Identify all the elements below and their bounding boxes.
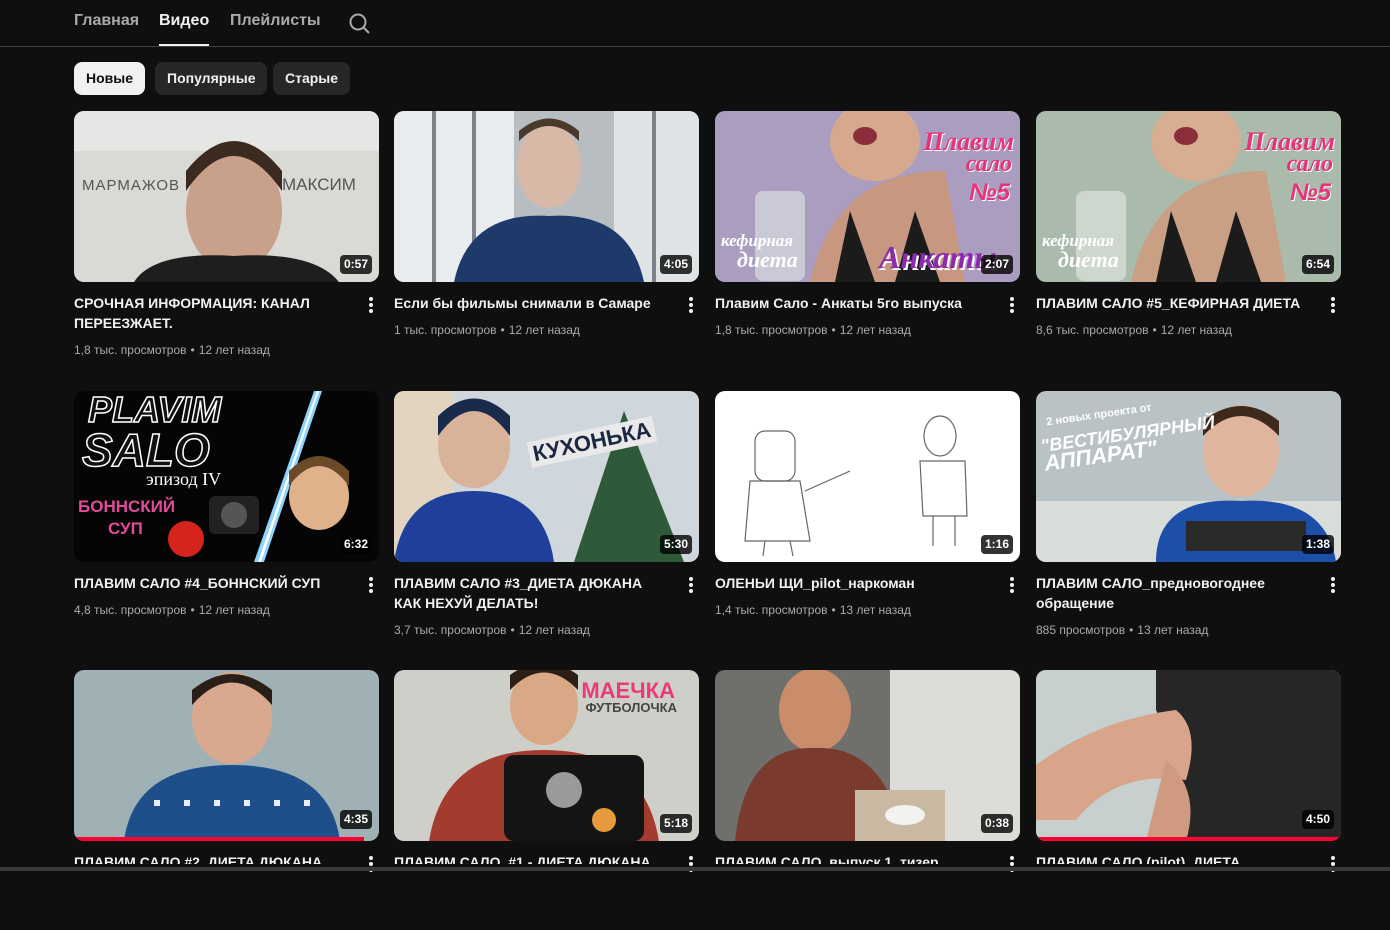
thumb-caption: эпизод IV: [146, 469, 222, 489]
video-meta: 885 просмотров • 13 лет назад: [1036, 623, 1209, 637]
video-title[interactable]: ОЛЕНЬИ ЩИ_pilot_наркоман: [715, 573, 985, 593]
video-title[interactable]: Если бы фильмы снимали в Самаре: [394, 293, 664, 313]
horizontal-scrollbar[interactable]: [0, 867, 1390, 871]
more-actions-icon[interactable]: [1327, 856, 1339, 876]
video-meta: 4,8 тыс. просмотров • 12 лет назад: [74, 603, 270, 617]
video-thumbnail[interactable]: КУХОНЬКА 5:30: [394, 391, 699, 562]
video-card: 0:38 ПЛАВИМ САЛО_выпуск 1_тизер: [715, 670, 1020, 930]
video-title[interactable]: ПЛАВИМ САЛО_выпуск 1_тизер: [715, 852, 985, 864]
thumbnail-image: [1036, 670, 1341, 841]
video-meta: 1,8 тыс. просмотров • 12 лет назад: [74, 343, 270, 357]
duration-badge: 0:38: [980, 814, 1013, 833]
video-thumbnail[interactable]: PLAVIM SALO эпизод IV БОННСКИЙ СУП 6:32: [74, 391, 379, 562]
duration-badge: 4:50: [1301, 810, 1334, 829]
watch-progress-bar: [1036, 837, 1341, 841]
video-card: МАЕЧКА ФУТБОЛОЧКА 5:18 ПЛАВИМ САЛО_#1 - …: [394, 670, 699, 930]
thumb-caption: сало: [965, 151, 1012, 177]
video-thumbnail[interactable]: МАЕЧКА ФУТБОЛОЧКА 5:18: [394, 670, 699, 841]
more-actions-icon[interactable]: [1327, 577, 1339, 597]
duration-badge: 2:07: [980, 255, 1013, 274]
video-card: Плавим сало №5 кефирная диета Анкаты 2:0…: [715, 111, 1020, 371]
video-card: 4:50 ПЛАВИМ САЛО (pilot)_ДИЕТА ДЮКАНА: [1036, 670, 1341, 930]
more-actions-icon[interactable]: [365, 297, 377, 317]
video-thumbnail[interactable]: 1:16: [715, 391, 1020, 562]
more-actions-icon[interactable]: [685, 856, 697, 876]
video-card: 1:16 ОЛЕНЬИ ЩИ_pilot_наркоман 1,4 тыс. п…: [715, 391, 1020, 651]
duration-badge: 1:38: [1301, 535, 1334, 554]
thumbnail-image: [74, 111, 379, 282]
thumbnail-image: [715, 391, 1020, 562]
video-card: МАРМАЖОВ МАКСИМ 0:57 СРОЧНАЯ ИНФОРМАЦИЯ:…: [74, 111, 379, 371]
video-card: 4:35 ПЛАВИМ САЛО #2_ДИЕТА ДЮКАНА КАК: [74, 670, 379, 930]
thumbnail-image: [394, 111, 699, 282]
thumb-caption: диета: [737, 247, 798, 272]
more-actions-icon[interactable]: [1006, 577, 1018, 597]
more-actions-icon[interactable]: [685, 577, 697, 597]
thumb-caption: СУП: [108, 519, 143, 538]
tab-playlists[interactable]: Плейлисты: [230, 12, 321, 46]
thumb-caption: №5: [1290, 179, 1331, 206]
video-title[interactable]: ПЛАВИМ САЛО #4_БОННСКИЙ СУП: [74, 573, 344, 593]
chip-newest[interactable]: Новые: [74, 62, 146, 95]
duration-badge: 5:30: [659, 535, 692, 554]
thumbnail-image: [74, 670, 379, 841]
thumbnail-image: [394, 391, 699, 562]
duration-badge: 4:35: [339, 810, 372, 829]
thumb-caption: БОННСКИЙ: [78, 497, 176, 516]
thumb-caption: Анкаты: [879, 239, 997, 275]
video-thumbnail[interactable]: 4:05: [394, 111, 699, 282]
video-title[interactable]: ПЛАВИМ САЛО_#1 - ДИЕТА ДЮКАНА КАК: [394, 852, 664, 864]
video-title[interactable]: СРОЧНАЯ ИНФОРМАЦИЯ: КАНАЛ ПЕРЕЕЗЖАЕТ.: [74, 293, 344, 333]
video-meta: 1,8 тыс. просмотров • 12 лет назад: [715, 323, 911, 337]
duration-badge: 4:05: [659, 255, 692, 274]
thumb-caption: сало: [1286, 151, 1333, 177]
video-meta: 8,6 тыс. просмотров • 12 лет назад: [1036, 323, 1232, 337]
video-thumbnail[interactable]: 2 новых проекта от "ВЕСТИБУЛЯРНЫЙ АППАРА…: [1036, 391, 1341, 562]
thumb-caption: ФУТБОЛОЧКА: [585, 700, 677, 715]
chip-popular[interactable]: Популярные: [155, 62, 268, 95]
thumb-caption: №5: [969, 179, 1010, 206]
video-meta: 1 тыс. просмотров • 12 лет назад: [394, 323, 580, 337]
duration-badge: 6:32: [339, 535, 372, 554]
thumb-caption: МАРМАЖОВ: [82, 177, 181, 194]
video-thumbnail[interactable]: Плавим сало №5 кефирная диета 6:54: [1036, 111, 1341, 282]
more-actions-icon[interactable]: [365, 577, 377, 597]
video-card: Плавим сало №5 кефирная диета 6:54 ПЛАВИ…: [1036, 111, 1341, 371]
tab-videos[interactable]: Видео: [159, 12, 210, 46]
thumb-caption: МАКСИМ: [282, 175, 356, 194]
video-title[interactable]: ПЛАВИМ САЛО #5_КЕФИРНАЯ ДИЕТА: [1036, 293, 1306, 313]
duration-badge: 1:16: [980, 535, 1013, 554]
more-actions-icon[interactable]: [1006, 297, 1018, 317]
duration-badge: 0:57: [339, 255, 372, 274]
tab-home[interactable]: Главная: [74, 12, 139, 46]
duration-badge: 6:54: [1301, 255, 1334, 274]
video-thumbnail[interactable]: МАРМАЖОВ МАКСИМ 0:57: [74, 111, 379, 282]
watch-progress-bar: [74, 837, 364, 841]
video-title[interactable]: ПЛАВИМ САЛО (pilot)_ДИЕТА ДЮКАНА: [1036, 852, 1306, 864]
video-card: КУХОНЬКА 5:30 ПЛАВИМ САЛО #3_ДИЕТА ДЮКАН…: [394, 391, 699, 651]
more-actions-icon[interactable]: [685, 297, 697, 317]
channel-tabs: Главная Видео Плейлисты: [0, 0, 1390, 47]
video-title[interactable]: ПЛАВИМ САЛО #2_ДИЕТА ДЮКАНА КАК: [74, 852, 344, 864]
video-thumbnail[interactable]: 4:50: [1036, 670, 1341, 841]
video-meta: 3,7 тыс. просмотров • 12 лет назад: [394, 623, 590, 637]
more-actions-icon[interactable]: [365, 856, 377, 876]
more-actions-icon[interactable]: [1327, 297, 1339, 317]
video-title[interactable]: ПЛАВИМ САЛО #3_ДИЕТА ДЮКАНА КАК НЕХУЙ ДЕ…: [394, 573, 664, 613]
video-card: 4:05 Если бы фильмы снимали в Самаре 1 т…: [394, 111, 699, 371]
thumbnail-image: [715, 670, 1020, 841]
video-card: 2 новых проекта от "ВЕСТИБУЛЯРНЫЙ АППАРА…: [1036, 391, 1341, 651]
more-actions-icon[interactable]: [1006, 856, 1018, 876]
search-icon[interactable]: [348, 12, 372, 36]
chip-oldest[interactable]: Старые: [273, 62, 351, 95]
video-card: PLAVIM SALO эпизод IV БОННСКИЙ СУП 6:32 …: [74, 391, 379, 651]
video-meta: 1,4 тыс. просмотров • 13 лет назад: [715, 603, 911, 617]
video-thumbnail[interactable]: Плавим сало №5 кефирная диета Анкаты 2:0…: [715, 111, 1020, 282]
video-thumbnail[interactable]: 0:38: [715, 670, 1020, 841]
video-title[interactable]: ПЛАВИМ САЛО_предновогоднее обращение: [1036, 573, 1306, 613]
thumb-caption: диета: [1058, 247, 1119, 272]
video-title[interactable]: Плавим Сало - Анкаты 5го выпуска: [715, 293, 985, 313]
duration-badge: 5:18: [659, 814, 692, 833]
video-thumbnail[interactable]: 4:35: [74, 670, 379, 841]
